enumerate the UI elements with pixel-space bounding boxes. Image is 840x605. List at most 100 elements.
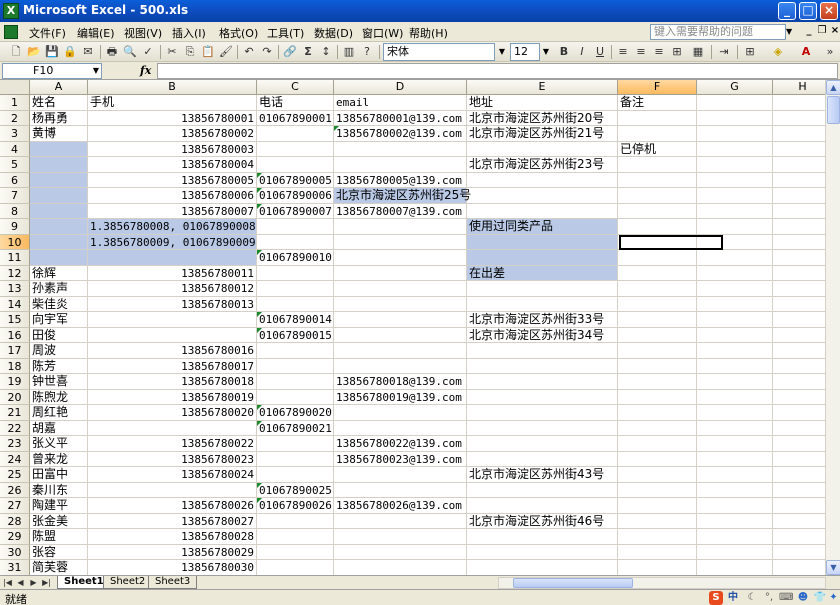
autosum-icon[interactable]: Σ (300, 44, 316, 60)
cell-c22[interactable]: 01067890021 (257, 420, 334, 436)
cell-g20[interactable] (697, 389, 773, 405)
cell-c8[interactable]: 01067890007 (257, 203, 334, 219)
cut-icon[interactable]: ✂ (164, 44, 180, 60)
cell-g22[interactable] (697, 420, 773, 436)
cell-h14[interactable] (773, 297, 825, 312)
ime-settings-icon[interactable]: ✦ (828, 591, 839, 605)
cell-d18[interactable] (334, 358, 467, 374)
cell-a11[interactable] (30, 250, 88, 266)
cell-g18[interactable] (697, 358, 773, 374)
cell-f14[interactable] (618, 296, 697, 312)
cell-c16[interactable]: 01067890015 (257, 327, 334, 343)
cell-b19[interactable]: 13856780018 (88, 374, 257, 390)
cell-f5[interactable] (618, 157, 697, 173)
cell-h26[interactable] (773, 483, 825, 498)
align-right-icon[interactable]: ≡ (651, 44, 667, 60)
cell-e18[interactable] (467, 358, 618, 374)
cell-h1[interactable] (773, 95, 825, 111)
cell-f7[interactable] (618, 188, 697, 204)
name-box-dropdown-icon[interactable]: ▼ (90, 62, 102, 80)
cell-f28[interactable] (618, 513, 697, 529)
cell-a26[interactable]: 秦川东 (30, 482, 88, 498)
font-name-select[interactable]: 宋体 (383, 43, 495, 61)
row-header-18[interactable]: 18 (0, 358, 30, 374)
row-header-20[interactable]: 20 (0, 389, 30, 405)
align-center-icon[interactable]: ≡ (633, 44, 649, 60)
row-header-8[interactable]: 8 (0, 203, 30, 219)
cell-f18[interactable] (618, 358, 697, 374)
cell-d8[interactable]: 13856780007@139.com (334, 203, 467, 219)
cell-a25[interactable]: 田富中 (30, 467, 88, 483)
cell-g14[interactable] (697, 296, 773, 312)
cell-g21[interactable] (697, 405, 773, 421)
cell-d23[interactable]: 13856780022@139.com (334, 436, 467, 452)
cell-c29[interactable] (257, 529, 334, 545)
cell-g12[interactable] (697, 265, 773, 281)
cell-f6[interactable] (618, 172, 697, 188)
cell-f26[interactable] (618, 482, 697, 498)
cell-a9[interactable] (30, 219, 88, 235)
cell-g19[interactable] (697, 374, 773, 390)
cell-d6[interactable]: 13856780005@139.com (334, 172, 467, 188)
underline-button[interactable]: U (592, 44, 608, 60)
cell-a16[interactable]: 田俊 (30, 327, 88, 343)
cell-d11[interactable] (334, 250, 467, 266)
paste-icon[interactable]: 📋 (200, 44, 216, 60)
menu-window[interactable]: 窗口(W) (359, 24, 406, 42)
row-header-24[interactable]: 24 (0, 451, 30, 467)
cell-f29[interactable] (618, 529, 697, 545)
cell-e15[interactable]: 北京市海淀区苏州街33号 (467, 312, 618, 328)
cell-d26[interactable] (334, 482, 467, 498)
row-header-4[interactable]: 4 (0, 141, 30, 157)
cell-b3[interactable]: 13856780002 (88, 126, 257, 142)
cell-c26[interactable]: 01067890025 (257, 482, 334, 498)
cell-c24[interactable] (257, 451, 334, 467)
save-icon[interactable]: 💾 (44, 44, 60, 60)
menu-edit[interactable]: 编辑(E) (74, 24, 118, 42)
cell-g25[interactable] (697, 467, 773, 483)
cell-e3[interactable]: 北京市海淀区苏州街21号 (467, 126, 618, 142)
print-icon[interactable]: 🖶 (104, 44, 120, 60)
cell-a28[interactable]: 张金美 (30, 513, 88, 529)
cell-b23[interactable]: 13856780022 (88, 436, 257, 452)
cell-g2[interactable] (697, 110, 773, 126)
row-header-10[interactable]: 10 (0, 234, 30, 250)
cell-f21[interactable] (618, 405, 697, 421)
row-header-14[interactable]: 14 (0, 296, 30, 312)
cell-e12[interactable]: 在出差 (467, 265, 618, 281)
redo-icon[interactable]: ↷ (259, 44, 275, 60)
row-header-19[interactable]: 19 (0, 374, 30, 390)
cell-b8[interactable]: 13856780007 (88, 203, 257, 219)
cell-a1[interactable]: 姓名 (30, 95, 88, 111)
row-header-9[interactable]: 9 (0, 219, 30, 235)
cell-g16[interactable] (697, 327, 773, 343)
cell-g24[interactable] (697, 451, 773, 467)
help-dropdown-icon[interactable]: ▼ (786, 24, 798, 40)
cell-e21[interactable] (467, 405, 618, 421)
cell-f30[interactable] (618, 544, 697, 560)
merge-center-icon[interactable]: ⊞ (669, 44, 685, 60)
cell-d19[interactable]: 13856780018@139.com (334, 374, 467, 390)
row-header-7[interactable]: 7 (0, 188, 30, 204)
cell-c15[interactable]: 01067890014 (257, 312, 334, 328)
menu-data[interactable]: 数据(D) (311, 24, 356, 42)
cell-c28[interactable] (257, 513, 334, 529)
cell-c2[interactable]: 01067890001 (257, 110, 334, 126)
cell-f23[interactable] (618, 436, 697, 452)
cell-b12[interactable]: 13856780011 (88, 265, 257, 281)
cell-g17[interactable] (697, 343, 773, 359)
cell-a7[interactable] (30, 188, 88, 204)
fill-color-icon[interactable]: ◈ (770, 44, 786, 60)
cell-c13[interactable] (257, 281, 334, 297)
cell-a24[interactable]: 曾来龙 (30, 451, 88, 467)
cell-b18[interactable]: 13856780017 (88, 358, 257, 374)
cell-e28[interactable]: 北京市海淀区苏州街46号 (467, 513, 618, 529)
cell-h29[interactable] (773, 529, 825, 545)
cell-c14[interactable] (257, 296, 334, 312)
cell-e30[interactable] (467, 544, 618, 560)
cell-h25[interactable] (773, 467, 825, 483)
cell-f31[interactable] (618, 560, 697, 575)
cell-e2[interactable]: 北京市海淀区苏州街20号 (467, 110, 618, 126)
cell-h13[interactable] (773, 281, 825, 297)
cell-d29[interactable] (334, 529, 467, 545)
